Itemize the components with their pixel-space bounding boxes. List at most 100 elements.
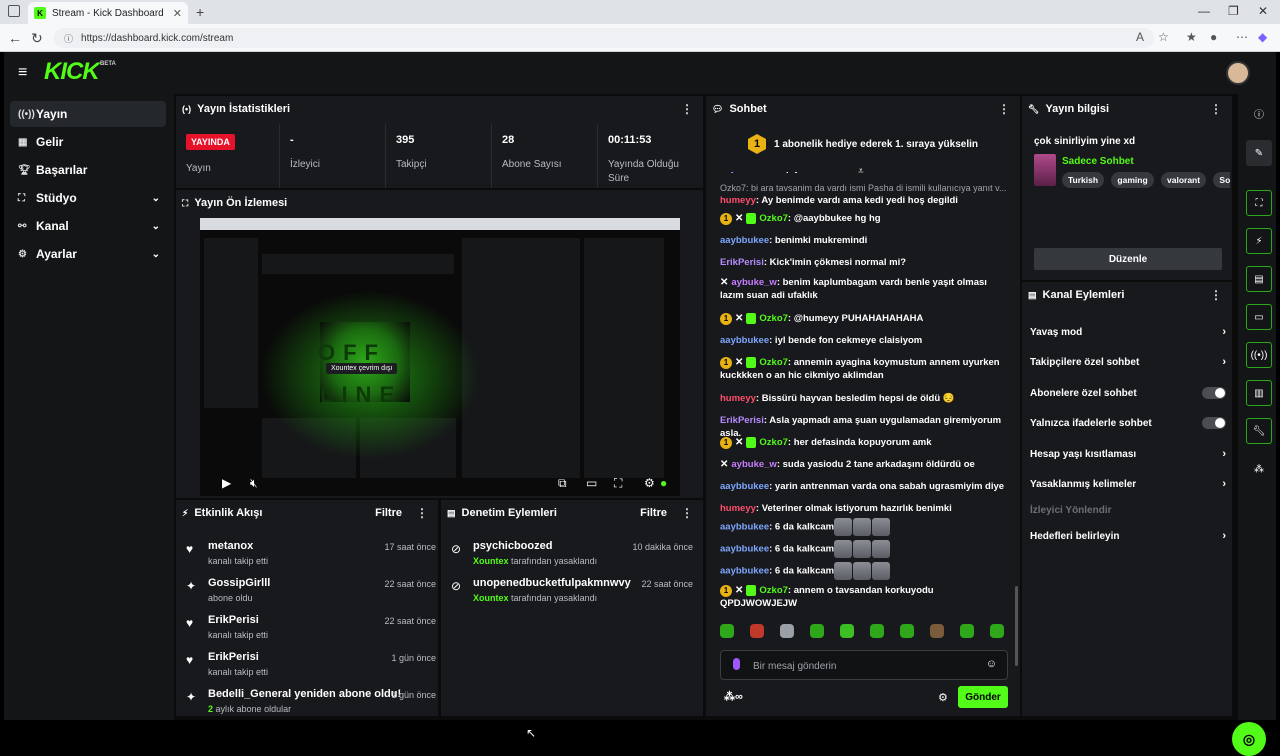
settings-gear-icon[interactable]: ⚙	[644, 476, 655, 490]
url-field[interactable]: ⓘ https://dashboard.kick.com/stream	[54, 28, 1154, 48]
category-name[interactable]: Sadece Sohbet	[1062, 156, 1134, 167]
send-button[interactable]: Gönder	[958, 686, 1008, 708]
mute-icon[interactable]: 🔇︎	[250, 476, 258, 491]
action-emote-only[interactable]: Yalnızca ifadelerle sohbet	[1030, 413, 1226, 433]
action-account-age[interactable]: Hesap yaşı kısıtlaması ›	[1030, 444, 1226, 464]
more-options-icon[interactable]: ⋮	[998, 102, 1010, 116]
chat-username[interactable]: aaybbukee	[720, 172, 769, 174]
favorites-icon[interactable]: ★	[1186, 30, 1197, 44]
menu-dots-icon[interactable]: ⋯	[1236, 30, 1248, 44]
pinned-gift-banner[interactable]: 1 1 abonelik hediye ederek 1. sıraya yük…	[706, 124, 1020, 164]
points-infinity-icon[interactable]: ⁂∞	[724, 690, 743, 703]
toggle-switch[interactable]	[1202, 387, 1226, 399]
wrench-tool-icon[interactable]: 🔧︎	[1246, 418, 1272, 444]
chat-username[interactable]: Ozko7	[759, 313, 788, 324]
info-icon[interactable]: ⓘ	[1246, 100, 1272, 126]
sidebar-item-ayarlar[interactable]: ⚙ Ayarlar ⌄	[10, 241, 166, 267]
sidebar-item-gelir[interactable]: ▦ Gelir	[10, 129, 166, 155]
close-window-icon[interactable]: ✕	[1258, 4, 1268, 18]
new-tab-icon[interactable]: +	[196, 4, 204, 20]
quick-emote-icon[interactable]	[810, 624, 824, 638]
video-player[interactable]: OFF LINE Xountex çevrim dışı ▶ 🔇︎ ⧉ ▭ ⛶ …	[200, 218, 680, 496]
more-tools-icon[interactable]: ⁂	[1246, 456, 1272, 482]
quick-emote-icon[interactable]	[840, 624, 854, 638]
hamburger-menu-icon[interactable]: ≡	[18, 64, 27, 82]
mic-icon[interactable]	[733, 658, 740, 670]
sidebar-item-yayin[interactable]: ((•)) Yayın	[10, 101, 166, 127]
more-options-icon[interactable]: ⋮	[681, 102, 693, 116]
fullscreen-icon[interactable]: ⛶	[614, 476, 622, 491]
quick-emote-icon[interactable]	[780, 624, 794, 638]
chat-username[interactable]: Ozko7	[759, 437, 788, 448]
tab-actions-icon[interactable]	[8, 5, 20, 17]
profile-icon[interactable]: ●	[1210, 30, 1217, 44]
more-options-icon[interactable]: ⋮	[681, 506, 693, 520]
chat-username[interactable]: aybuke_w	[731, 277, 776, 288]
chat-username[interactable]: aaybbukee	[720, 335, 769, 346]
pip-icon[interactable]: ⧉	[558, 476, 567, 491]
more-options-icon[interactable]: ⋮	[1210, 288, 1222, 302]
action-slow-mode[interactable]: Yavaş mod ›	[1030, 322, 1226, 342]
chat-username[interactable]: Ozko7	[759, 357, 788, 368]
action-banned-words[interactable]: Yasaklanmış kelimeler ›	[1030, 474, 1226, 494]
action-set-goals[interactable]: Hedefleri belirleyin ›	[1030, 526, 1226, 546]
site-info-icon[interactable]: ⓘ	[64, 32, 73, 45]
kick-logo[interactable]: KICK	[44, 58, 100, 86]
edit-button[interactable]: Düzenle	[1034, 248, 1222, 270]
theater-icon[interactable]: ▭	[586, 476, 597, 490]
chat-input[interactable]	[753, 657, 973, 675]
chat-username[interactable]: aaybbukee	[720, 566, 769, 577]
filter-button[interactable]: Filtre	[375, 507, 402, 519]
reload-icon[interactable]: ↻	[31, 30, 43, 47]
copilot-icon[interactable]: ◆	[1258, 30, 1267, 44]
back-icon[interactable]: ←	[8, 30, 22, 46]
read-aloud-icon[interactable]: A	[1136, 30, 1144, 44]
chat-username[interactable]: aaybbukee	[720, 481, 769, 492]
chat-settings-gear-icon[interactable]: ⚙	[938, 691, 948, 704]
favorite-star-icon[interactable]: ☆	[1158, 30, 1169, 44]
chat-username[interactable]: aaybbukee	[720, 235, 769, 246]
chat-username[interactable]: aybuke_w	[731, 459, 776, 470]
quick-emote-icon[interactable]	[960, 624, 974, 638]
help-support-icon[interactable]: ◎	[1232, 722, 1266, 756]
chat-username[interactable]: Ozko7	[759, 585, 788, 596]
filter-button[interactable]: Filtre	[640, 507, 667, 519]
quick-emote-icon[interactable]	[870, 624, 884, 638]
quick-emote-icon[interactable]	[990, 624, 1004, 638]
moderation-tool-icon[interactable]: ▥	[1246, 380, 1272, 406]
chat-username[interactable]: humeyy	[720, 195, 756, 206]
lightning-tool-icon[interactable]: ⚡︎	[1246, 228, 1272, 254]
quick-emote-icon[interactable]	[720, 624, 734, 638]
chat-username[interactable]: ErikPerisi	[720, 415, 764, 426]
more-options-icon[interactable]: ⋮	[1210, 102, 1222, 116]
chat-username[interactable]: aaybbukee	[720, 522, 769, 533]
document-tool-icon[interactable]: ▤	[1246, 266, 1272, 292]
action-subscribers-only[interactable]: Abonelere özel sohbet	[1030, 383, 1226, 403]
toggle-switch[interactable]	[1202, 417, 1226, 429]
sidebar-item-studyo[interactable]: ⛶ Stüdyo ⌄	[10, 185, 166, 211]
user-avatar[interactable]	[1226, 61, 1250, 85]
quick-emote-icon[interactable]	[900, 624, 914, 638]
chat-scrollbar[interactable]	[1015, 586, 1018, 666]
chat-username[interactable]: humeyy	[720, 393, 756, 404]
browser-tab[interactable]: K Stream - Kick Dashboard ✕	[28, 2, 188, 24]
chat-username[interactable]: humeyy	[720, 503, 756, 514]
studio-tool-icon[interactable]: ⛶	[1246, 190, 1272, 216]
quick-emote-icon[interactable]	[750, 624, 764, 638]
sidebar-item-basarilar[interactable]: 🏆︎ Başarılar	[10, 157, 166, 183]
more-options-icon[interactable]: ⋮	[416, 506, 428, 520]
quick-emote-icon[interactable]	[930, 624, 944, 638]
chat-username[interactable]: Ozko7	[759, 213, 788, 224]
tab-close-icon[interactable]: ✕	[173, 7, 182, 20]
chat-username[interactable]: ErikPerisi	[720, 257, 764, 268]
minimize-icon[interactable]: —	[1198, 4, 1210, 18]
restore-icon[interactable]: ❐	[1228, 4, 1239, 18]
action-followers-only[interactable]: Takipçilere özel sohbet ›	[1030, 352, 1226, 372]
sidebar-item-kanal[interactable]: ⚯ Kanal ⌄	[10, 213, 166, 239]
edit-pencil-icon[interactable]: ✎	[1246, 140, 1272, 166]
chat-username[interactable]: aaybbukee	[720, 544, 769, 555]
emoji-icon[interactable]: ☺	[986, 658, 997, 670]
broadcast-tool-icon[interactable]: ((•))	[1246, 342, 1272, 368]
play-icon[interactable]: ▶	[222, 476, 231, 490]
chat-tool-icon[interactable]: ▭	[1246, 304, 1272, 330]
